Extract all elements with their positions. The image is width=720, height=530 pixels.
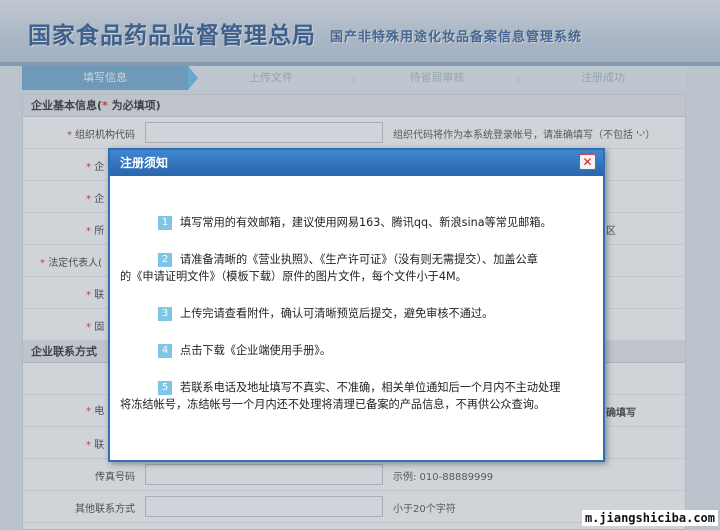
item-number-badge: 4 — [158, 344, 172, 358]
notice-item: 5 若联系电话及地址填写不真实、不准确，相关单位通知后一个月内不主动处理 将冻结帐… — [120, 381, 561, 411]
item-number-badge: 5 — [158, 381, 172, 395]
registration-notice-dialog: 注册须知 ✕ 1 填写常用的有效邮箱，建议使用网易163、腾讯qq、新浪sina等… — [108, 148, 605, 462]
site-watermark: m.jiangshiciba.com — [581, 510, 718, 526]
manual-download-link[interactable]: 《企业端使用手册》 — [225, 344, 320, 357]
notice-item: 1 填写常用的有效邮箱，建议使用网易163、腾讯qq、新浪sina等常见邮箱。 — [120, 214, 595, 231]
close-icon[interactable]: ✕ — [579, 154, 596, 170]
item-number-badge: 3 — [158, 307, 172, 321]
dialog-body: 1 填写常用的有效邮箱，建议使用网易163、腾讯qq、新浪sina等常见邮箱。 2… — [110, 176, 603, 413]
item-number-badge: 1 — [158, 216, 172, 230]
notice-item: 4 点击下载《企业端使用手册》。 — [120, 342, 595, 359]
template-download-link[interactable]: 模板下载 — [226, 270, 271, 283]
notice-item: 3 上传完请查看附件，确认可清晰预览后提交，避免审核不通过。 — [120, 305, 595, 322]
item-number-badge: 2 — [158, 253, 172, 267]
dialog-title: 注册须知 — [110, 150, 603, 176]
notice-item: 2 请准备清晰的《营业执照》、《生产许可证》（没有则无需提交）、加盖公章 的《申请… — [120, 253, 538, 283]
